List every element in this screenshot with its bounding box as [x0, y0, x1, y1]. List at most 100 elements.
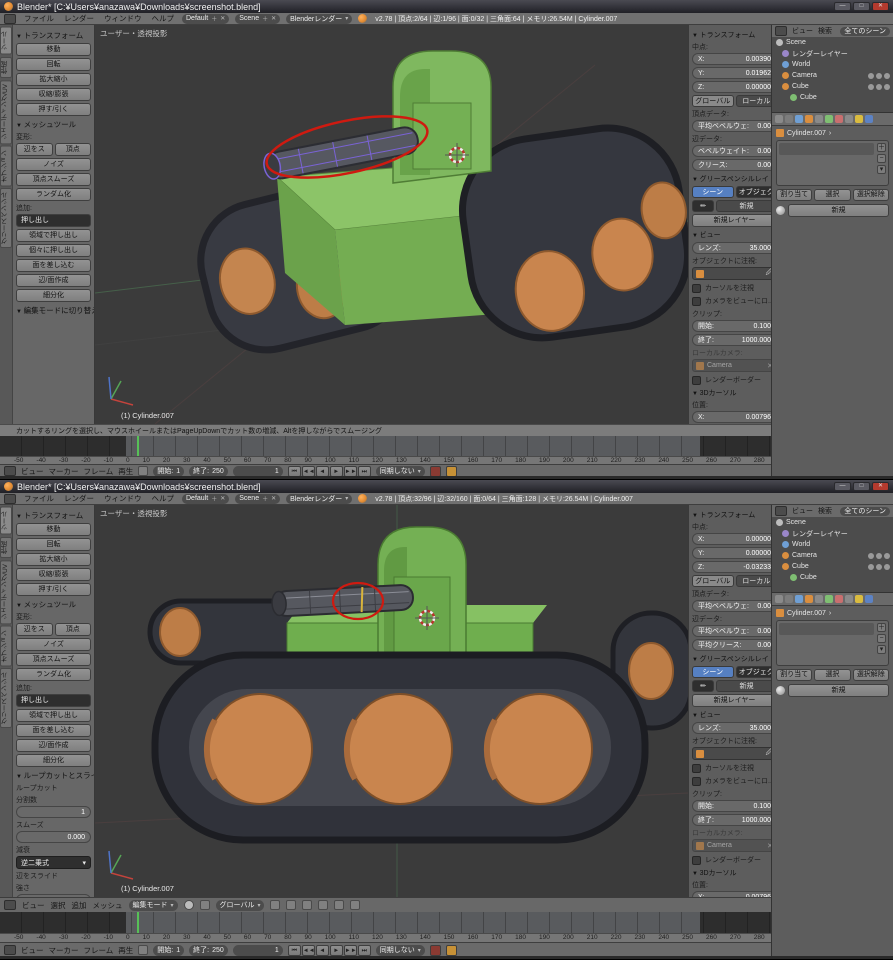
noise-button[interactable]: ノイズ: [16, 638, 91, 651]
editor-type-icon[interactable]: [4, 14, 16, 24]
timeline-menu-frame[interactable]: フレーム: [84, 945, 114, 956]
bevel-weight-field[interactable]: ベベルウェイト:0.00: [692, 145, 777, 157]
render-restrict-icon[interactable]: [884, 564, 890, 570]
randomize-button[interactable]: ランダム化: [16, 188, 91, 201]
title-bar[interactable]: Blender* [C:¥Users¥anazawa¥Downloads¥scr…: [0, 480, 893, 493]
subdivide-button[interactable]: 細分化: [16, 289, 91, 302]
timeline-band[interactable]: [0, 436, 771, 456]
panel-transform-n[interactable]: トランスフォーム: [692, 30, 777, 40]
cursor-x-field[interactable]: X:0.00796: [692, 411, 777, 423]
outliner-row-scene[interactable]: Scene: [772, 517, 893, 528]
timeline-ruler[interactable]: -50-40-30-20-100102030405060708090100110…: [0, 456, 771, 464]
select-icon[interactable]: [876, 553, 882, 559]
timeline-band[interactable]: [0, 912, 771, 933]
outliner-row-camera[interactable]: Camera: [772, 550, 893, 561]
material-slot-list[interactable]: ＋−▾: [776, 620, 889, 666]
gp-new-layer-button[interactable]: 新規レイヤー: [692, 214, 777, 227]
jump-end-button[interactable]: ⏭: [358, 945, 371, 956]
frame-end-field[interactable]: 終了:250: [189, 945, 228, 956]
outliner-row-cube[interactable]: Cube: [772, 81, 893, 92]
median-z-field[interactable]: Z:0.00000: [692, 81, 777, 93]
shrink-fatten-button[interactable]: 収縮/膨張: [16, 568, 91, 581]
editor-type-icon[interactable]: [4, 945, 16, 955]
timeline-menu-view[interactable]: ビュー: [21, 945, 44, 956]
extrude-individual-button[interactable]: 個々に押し出し: [16, 244, 91, 257]
menu-window[interactable]: ウィンドウ: [102, 13, 144, 24]
particles-tab-icon[interactable]: [855, 115, 863, 123]
lens-field[interactable]: レンズ:35.000: [692, 722, 777, 734]
texture-tab-icon[interactable]: [845, 115, 853, 123]
editor-type-icon[interactable]: [4, 900, 16, 910]
gp-new-button[interactable]: 新規: [716, 680, 777, 692]
jump-end-button[interactable]: ⏭: [358, 466, 371, 477]
viewport-3d[interactable]: ユーザー・透視投影 (1) Cylinder.007: [95, 505, 688, 897]
outliner-row-cube-data[interactable]: Cube: [772, 572, 893, 583]
maximize-button[interactable]: □: [853, 482, 870, 491]
deselect-button[interactable]: 選択解除: [853, 189, 889, 201]
lock-camera-checkbox[interactable]: カメラをビューにロ..: [692, 296, 777, 306]
editor-type-icon[interactable]: [775, 26, 787, 36]
scale-button[interactable]: 拡大縮小: [16, 553, 91, 566]
current-frame-line[interactable]: [137, 436, 139, 456]
cuts-field[interactable]: 1: [16, 806, 91, 818]
slot-menu-button[interactable]: ▾: [877, 165, 886, 174]
keying-set-icon[interactable]: [446, 945, 457, 956]
material-tab-icon[interactable]: [835, 595, 843, 603]
data-tab-icon[interactable]: [825, 595, 833, 603]
frame-end-field[interactable]: 終了:250: [189, 466, 228, 477]
smooth-vertex-button[interactable]: 頂点スムーズ: [16, 173, 91, 186]
mean-bevel-field[interactable]: 平均ベベルウェ:0.00: [692, 600, 777, 612]
select-button[interactable]: 選択: [814, 669, 850, 681]
rotate-button[interactable]: 回転: [16, 58, 91, 71]
lock-object-field[interactable]: 🖉: [692, 267, 777, 280]
smooth-field[interactable]: 0.000: [16, 831, 91, 843]
panel-transform-n[interactable]: トランスフォーム: [692, 510, 777, 520]
next-keyframe-button[interactable]: ►►: [344, 945, 357, 956]
extrude-region-button[interactable]: 領域で押し出し: [16, 709, 91, 722]
push-pull-button[interactable]: 押す/引く: [16, 103, 91, 116]
sync-mode-selector[interactable]: 同期しない▾: [376, 945, 425, 956]
lens-field[interactable]: レンズ:35.000: [692, 242, 777, 254]
pivot-point-icon[interactable]: [200, 900, 210, 910]
manipulator-rotate-icon[interactable]: [286, 900, 296, 910]
layers-widget[interactable]: [318, 900, 328, 910]
panel-loopcut[interactable]: ループカットとスライド: [16, 770, 91, 781]
median-y-field[interactable]: Y:0.01962: [692, 67, 777, 79]
frame-start-field[interactable]: 開始:1: [153, 466, 184, 477]
timeline-ruler[interactable]: -50-40-30-20-100102030405060708090100110…: [0, 933, 771, 942]
eye-icon[interactable]: [868, 84, 874, 90]
gp-new-layer-button[interactable]: 新規レイヤー: [692, 694, 777, 707]
falloff-selector[interactable]: 逆二乗式▾: [16, 856, 91, 869]
menu-render[interactable]: レンダー: [62, 493, 96, 504]
keying-set-icon[interactable]: [446, 466, 457, 477]
outliner-menu-view[interactable]: ビュー: [792, 506, 813, 516]
add-icon[interactable]: ＋: [262, 494, 268, 503]
scale-button[interactable]: 拡大縮小: [16, 73, 91, 86]
data-tab-icon[interactable]: [825, 115, 833, 123]
panel-transform[interactable]: トランスフォーム: [16, 510, 91, 521]
maximize-button[interactable]: □: [853, 2, 870, 11]
translate-button[interactable]: 移動: [16, 523, 91, 536]
panel-grease-pencil[interactable]: グリースペンシルレイ: [692, 174, 777, 184]
scene-tab-icon[interactable]: [785, 115, 793, 123]
current-frame-line[interactable]: [137, 912, 139, 933]
world-tab-icon[interactable]: [795, 595, 803, 603]
close-button[interactable]: ✕: [872, 482, 889, 491]
panel-transform[interactable]: トランスフォーム: [16, 30, 91, 41]
editor-type-icon[interactable]: [4, 466, 16, 476]
deselect-button[interactable]: 選択解除: [853, 669, 889, 681]
extrude-button[interactable]: 押し出し: [16, 214, 91, 227]
vertex-slide-button[interactable]: 頂点: [55, 623, 92, 636]
panel-3d-cursor[interactable]: 3Dカーソル: [692, 388, 777, 398]
global-toggle[interactable]: グローバル: [692, 95, 734, 107]
rotate-button[interactable]: 回転: [16, 538, 91, 551]
make-edge-face-button[interactable]: 辺/面作成: [16, 274, 91, 287]
object-tab-icon[interactable]: [805, 115, 813, 123]
orientation-selector[interactable]: グローバル▾: [216, 900, 265, 911]
remove-slot-button[interactable]: −: [877, 154, 886, 163]
physics-tab-icon[interactable]: [865, 115, 873, 123]
gp-scene-toggle[interactable]: シーン: [692, 666, 734, 678]
panel-toggle-editmode[interactable]: 編集モードに切り替え: [16, 305, 91, 316]
clip-start-field[interactable]: 開始:0.100: [692, 800, 777, 812]
median-x-field[interactable]: X:0.00390: [692, 53, 777, 65]
